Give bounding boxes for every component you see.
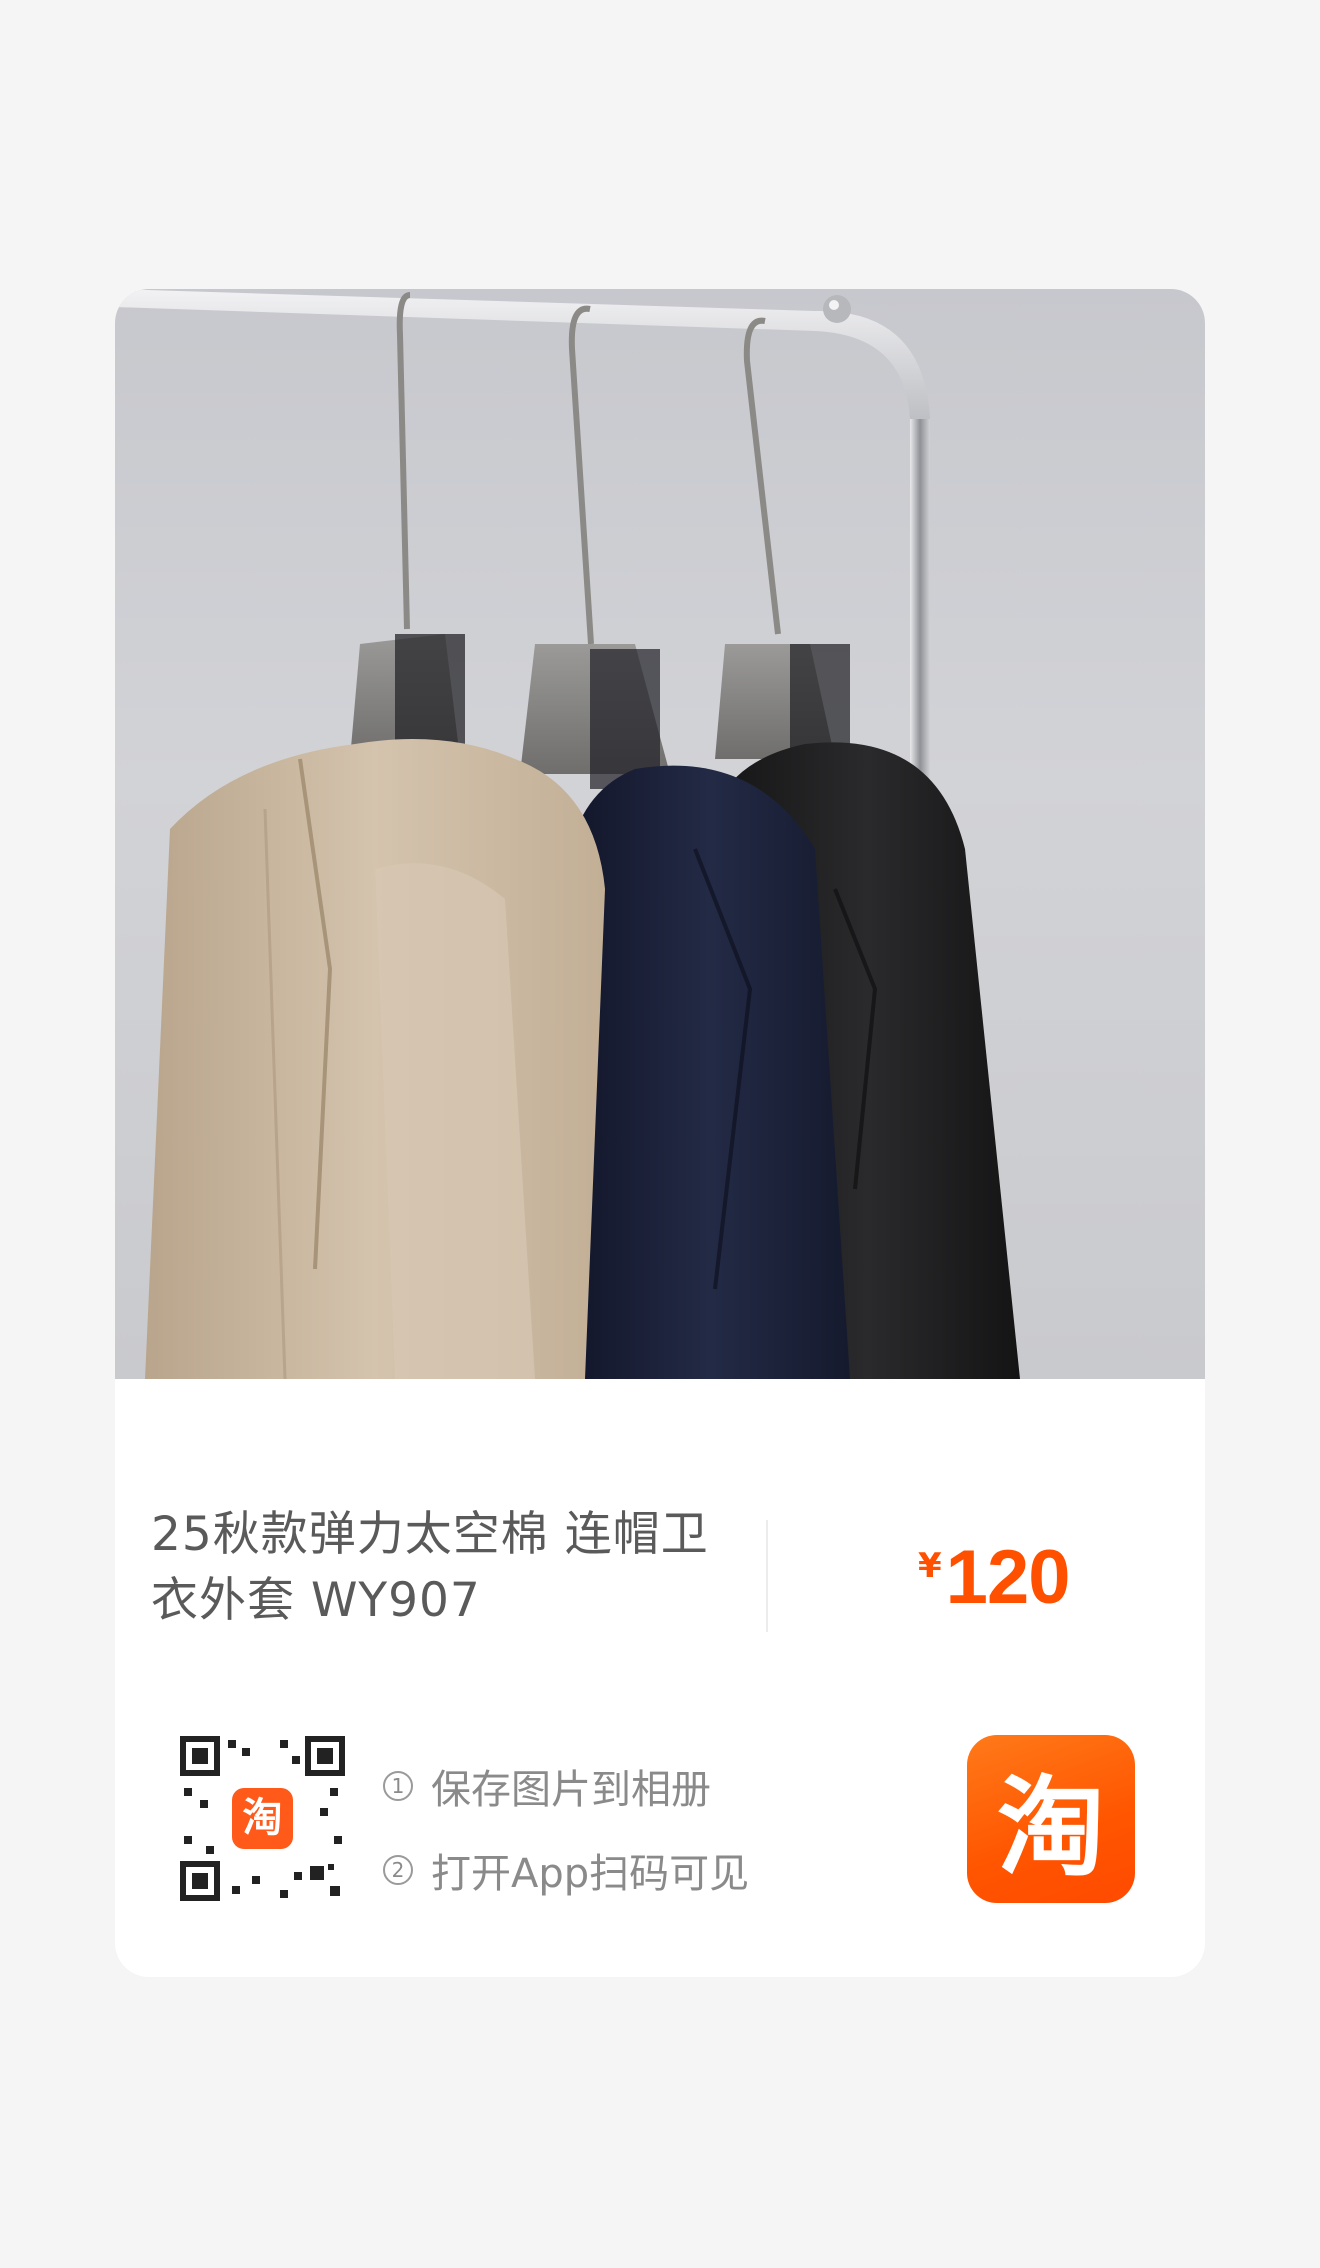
currency-symbol: ¥ [918,1546,942,1586]
qr-badge-text: 淘 [243,1795,283,1841]
product-price: ¥120 [918,1534,1071,1621]
share-card: 25秋款弹力太空棉 连帽卫衣外套 WY907 ¥120 淘 1 保存图片到相册 … [115,289,1205,1977]
price-value: 120 [945,1535,1071,1620]
qr-code-icon: 淘 [180,1736,345,1901]
step-text: 保存图片到相册 [431,1767,711,1813]
step-text: 打开App扫码可见 [431,1851,750,1897]
divider [766,1520,768,1632]
product-title: 25秋款弹力太空棉 连帽卫衣外套 WY907 [151,1507,709,1628]
step-save-image: 1 保存图片到相册 [383,1744,749,1828]
product-image [115,289,1205,1379]
taobao-logo-icon[interactable]: 淘 [967,1735,1135,1903]
circled-number-icon: 1 [383,1771,413,1801]
scan-instructions: 1 保存图片到相册 2 打开App扫码可见 [383,1744,749,1912]
circled-number-icon: 2 [383,1855,413,1885]
step-open-app: 2 打开App扫码可见 [383,1828,749,1912]
